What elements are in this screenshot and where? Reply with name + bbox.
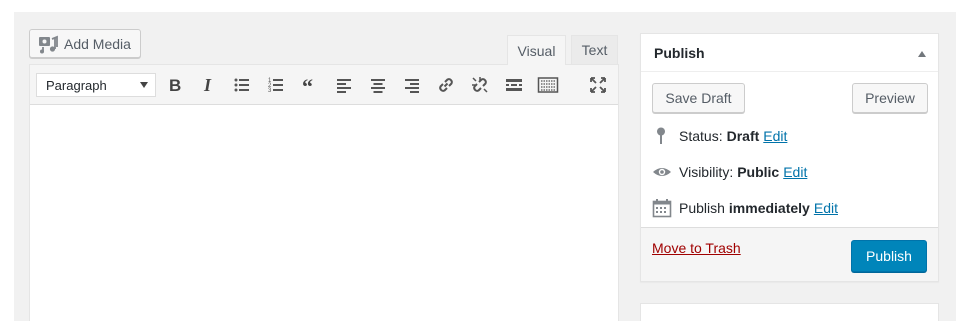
svg-text:I: I	[203, 75, 212, 95]
publish-schedule-value: immediately	[728, 200, 810, 216]
link-icon[interactable]	[433, 73, 459, 97]
preview-button[interactable]: Preview	[852, 83, 928, 113]
publish-box-title: Publish	[654, 45, 705, 61]
edit-status-link[interactable]: Edit	[763, 128, 787, 144]
read-more-icon[interactable]	[501, 73, 527, 97]
visibility-row: Visibility: Public Edit	[652, 162, 807, 182]
editor-content-area[interactable]	[30, 105, 618, 321]
align-right-icon[interactable]	[399, 73, 425, 97]
add-media-button[interactable]: Add Media	[29, 29, 141, 58]
publish-button[interactable]: Publish	[851, 240, 927, 272]
add-media-label: Add Media	[64, 35, 131, 52]
publish-actions: Move to Trash Publish	[641, 227, 938, 281]
format-select[interactable]: Paragraph	[36, 73, 156, 97]
toolbar-toggle-icon[interactable]	[535, 73, 561, 97]
bold-icon[interactable]: B	[161, 73, 187, 97]
svg-text:B: B	[169, 76, 181, 95]
media-icon	[38, 34, 58, 54]
blockquote-icon[interactable]: “	[297, 73, 323, 97]
status-label: Status:	[679, 128, 723, 144]
eye-icon	[652, 162, 672, 182]
chevron-down-icon	[140, 82, 148, 88]
visibility-value: Public	[737, 164, 780, 180]
tab-visual[interactable]: Visual	[507, 35, 566, 65]
status-row: Status: Draft Edit	[652, 126, 787, 146]
edit-visibility-link[interactable]: Edit	[783, 164, 807, 180]
publish-schedule-label: Publish	[679, 200, 725, 216]
align-center-icon[interactable]	[365, 73, 391, 97]
move-to-trash-link[interactable]: Move to Trash	[652, 240, 741, 256]
publish-schedule-row: Publish immediately Edit	[652, 198, 838, 218]
bullet-list-icon[interactable]	[229, 73, 255, 97]
svg-text:3: 3	[268, 88, 272, 94]
collapse-toggle-icon[interactable]	[918, 51, 926, 57]
publish-box: Publish Save Draft Preview Status: Draft…	[640, 33, 939, 282]
tab-text[interactable]: Text	[571, 35, 618, 65]
next-metabox	[640, 303, 939, 321]
svg-text:“: “	[302, 75, 313, 95]
italic-icon[interactable]: I	[195, 73, 221, 97]
numbered-list-icon[interactable]: 1 2 3	[263, 73, 289, 97]
editor: Paragraph B I 1 2 3 “	[29, 64, 619, 321]
visibility-label: Visibility:	[679, 164, 734, 180]
unlink-icon[interactable]	[467, 73, 493, 97]
align-left-icon[interactable]	[331, 73, 357, 97]
calendar-icon	[652, 198, 672, 218]
save-draft-button[interactable]: Save Draft	[652, 83, 745, 113]
publish-box-header[interactable]: Publish	[641, 34, 938, 72]
fullscreen-icon[interactable]	[585, 73, 611, 97]
format-select-value: Paragraph	[46, 77, 107, 93]
editor-toolbar: Paragraph B I 1 2 3 “	[30, 65, 618, 105]
edit-schedule-link[interactable]: Edit	[814, 200, 838, 216]
pin-icon	[652, 126, 672, 146]
status-value: Draft	[726, 128, 760, 144]
